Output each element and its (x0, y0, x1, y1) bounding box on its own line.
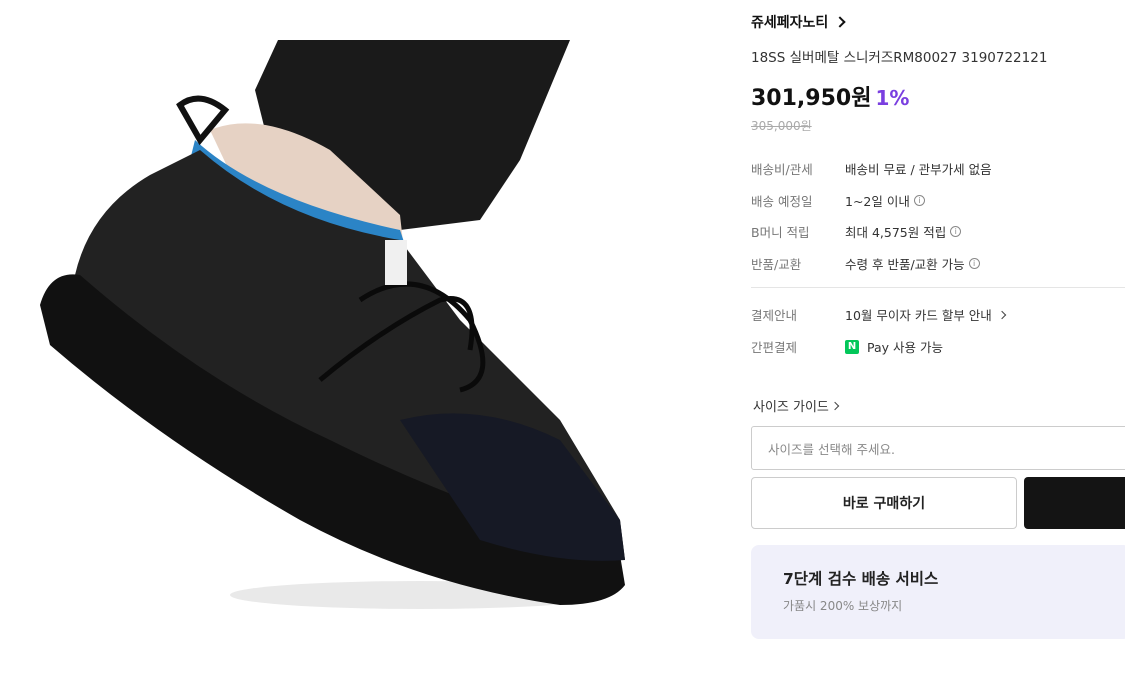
size-guide-label: 사이즈 가이드 (753, 400, 829, 415)
inspection-promo-banner: 7단계 검수 배송 서비스 가품시 200% 보상까지 (751, 545, 1125, 639)
chevron-right-icon (830, 401, 840, 410)
detail-value: 수령 후 반품/교환 가능 (845, 257, 965, 272)
payment-installment-link[interactable]: 10월 무이자 카드 할부 안내 (845, 305, 1007, 324)
sneaker-illustration (40, 40, 625, 609)
detail-label: 배송비/관세 (751, 162, 813, 177)
detail-row-shipping: 배송비/관세 배송비 무료 / 관부가세 없음 (751, 159, 992, 178)
size-guide-link[interactable]: 사이즈 가이드 (753, 396, 840, 415)
info-icon[interactable]: i (913, 195, 925, 206)
dark-action-button[interactable] (1024, 477, 1125, 529)
detail-row-points: B머니 적립 최대 4,575원 적립 i (751, 222, 962, 241)
size-select-placeholder: 사이즈를 선택해 주세요. (768, 441, 895, 457)
detail-value: 1~2일 이내 (845, 194, 910, 209)
chevron-right-icon (834, 16, 846, 28)
detail-row-return: 반품/교환 수령 후 반품/교환 가능 i (751, 254, 980, 273)
detail-value: 최대 4,575원 적립 (845, 225, 947, 240)
sale-price: 301,950원 (751, 86, 872, 111)
easy-pay-label: 간편결제 (751, 340, 798, 355)
payment-info-row: 결제안내 10월 무이자 카드 할부 안내 (751, 305, 1007, 324)
detail-label: 반품/교환 (751, 257, 802, 272)
chevron-right-icon (997, 310, 1007, 319)
buy-now-button[interactable]: 바로 구매하기 (751, 477, 1017, 529)
payment-value: 10월 무이자 카드 할부 안내 (845, 308, 992, 323)
product-title: 18SS 실버메탈 스니커즈RM80027 3190722121 (751, 50, 1048, 66)
info-icon[interactable]: i (968, 258, 980, 269)
size-select[interactable]: 사이즈를 선택해 주세요. (751, 426, 1125, 470)
info-icon[interactable]: i (950, 226, 962, 237)
npay-value: Pay 사용 가능 (867, 340, 943, 355)
promo-subtitle: 가품시 200% 보상까지 (783, 599, 903, 613)
detail-label: B머니 적립 (751, 225, 810, 240)
original-price: 305,000원 (751, 119, 812, 133)
brand-link[interactable]: 쥬세페자노티 (751, 12, 846, 32)
detail-label: 배송 예정일 (751, 194, 813, 209)
divider (751, 287, 1125, 288)
brand-name: 쥬세페자노티 (751, 15, 829, 31)
detail-row-delivery-date: 배송 예정일 1~2일 이내 i (751, 191, 925, 210)
easy-pay-row: 간편결제 N Pay 사용 가능 (751, 337, 943, 356)
naver-pay-icon: N (845, 339, 859, 354)
promo-title: 7단계 검수 배송 서비스 (783, 570, 939, 588)
detail-value: 배송비 무료 / 관부가세 없음 (845, 162, 992, 177)
price-row: 301,950원 1% (751, 80, 909, 112)
product-info-panel: 쥬세페자노티 18SS 실버메탈 스니커즈RM80027 3190722121 … (751, 0, 1125, 677)
payment-label: 결제안내 (751, 308, 798, 323)
product-image (0, 0, 690, 677)
discount-rate: 1% (875, 86, 910, 110)
